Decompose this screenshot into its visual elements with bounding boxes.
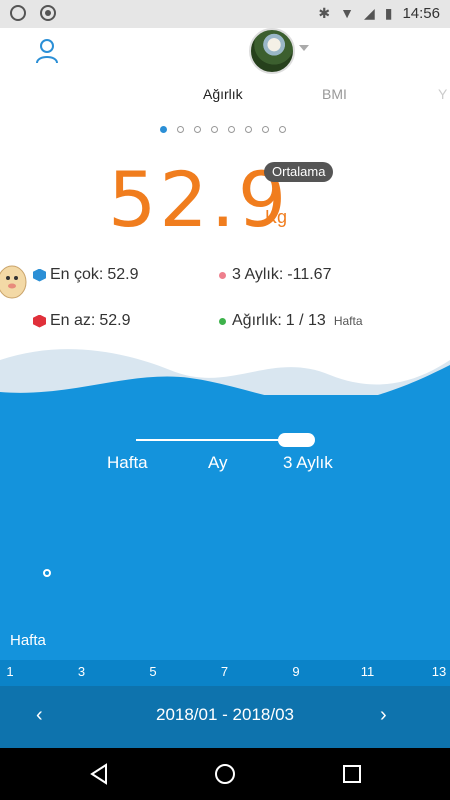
x-tick-label: 13 [431, 664, 447, 679]
battery-icon: ▮ [384, 5, 393, 21]
next-period-button[interactable]: › [380, 704, 387, 727]
page-dot [177, 126, 184, 133]
date-navigation: ‹ 2018/01 - 2018/03 › [0, 686, 450, 748]
home-icon[interactable] [213, 762, 237, 786]
tab-partial[interactable]: Y [438, 86, 447, 102]
x-tick-label: 11 [360, 664, 375, 679]
avatar[interactable] [249, 28, 295, 74]
whatsapp-icon [10, 5, 26, 21]
stat-count: Ağırlık: 1 / 13 Hafta [219, 312, 363, 330]
page-dot [245, 126, 252, 133]
status-bar: ✱ ▼ ◢ ▮ 14:56 [0, 0, 450, 28]
system-nav-bar [0, 748, 450, 800]
x-tick-label: 1 [6, 664, 14, 679]
back-icon[interactable] [88, 762, 112, 786]
range-option-week[interactable]: Hafta [107, 453, 148, 473]
bluetooth-icon: ✱ [318, 5, 331, 21]
tab-bar: Ağırlık BMI Y [0, 86, 450, 110]
stat-count-value: 1 / 13 [285, 312, 326, 329]
header: Ağırlık BMI Y [0, 28, 450, 148]
mascot-icon [0, 265, 27, 299]
weight-value: 52.9 [108, 155, 290, 244]
chevron-down-icon[interactable] [299, 45, 309, 51]
stat-min-label: En az: [50, 312, 96, 329]
chart-area [0, 395, 450, 660]
person-icon[interactable] [34, 38, 60, 64]
stat-count-unit: Hafta [333, 314, 363, 328]
arrow-up-icon [33, 268, 46, 282]
wifi-icon: ▼ [340, 5, 354, 21]
average-badge[interactable]: Ortalama [264, 162, 334, 182]
x-tick-label: 7 [220, 664, 229, 679]
stat-change-label: 3 Aylık: [232, 266, 284, 283]
stat-max: En çok: 52.9 [33, 266, 139, 284]
page-dot [211, 126, 218, 133]
range-option-3month[interactable]: 3 Aylık [283, 453, 333, 473]
recents-icon[interactable] [340, 762, 364, 786]
stat-max-label: En çok: [50, 266, 104, 283]
range-slider-thumb[interactable] [278, 433, 315, 447]
signal-icon: ◢ [363, 5, 375, 21]
weight-unit: Kg [265, 207, 288, 227]
x-tick-label: 3 [77, 664, 86, 679]
pink-dot-icon [219, 271, 226, 279]
stat-count-label: Ağırlık: [232, 312, 282, 329]
green-dot-icon [219, 317, 226, 325]
page-dot [228, 126, 235, 133]
x-tick-label: 5 [149, 664, 157, 679]
status-time: 14:56 [402, 4, 440, 22]
stat-min-value: 52.9 [99, 312, 131, 329]
page-dot [194, 126, 201, 133]
stat-min: En az: 52.9 [33, 312, 131, 330]
stat-change-value: -11.67 [287, 266, 332, 283]
x-axis-caption: Hafta [10, 632, 46, 649]
chart-data-point[interactable] [43, 569, 51, 577]
arrow-down-icon [33, 314, 46, 328]
stat-change: 3 Aylık: -11.67 [219, 266, 331, 284]
x-tick-label: 9 [292, 664, 300, 679]
page-dot [279, 126, 286, 133]
stat-max-value: 52.9 [107, 266, 139, 283]
range-option-month[interactable]: Ay [208, 453, 228, 473]
page-dot-active [160, 126, 167, 133]
x-axis-ticks: 1 3 5 7 9 11 13 [0, 660, 450, 686]
settings-circle-icon [40, 5, 56, 21]
page-indicator [160, 126, 286, 133]
tab-bmi[interactable]: BMI [322, 86, 347, 102]
tab-weight[interactable]: Ağırlık [203, 86, 243, 102]
page-dot [262, 126, 269, 133]
